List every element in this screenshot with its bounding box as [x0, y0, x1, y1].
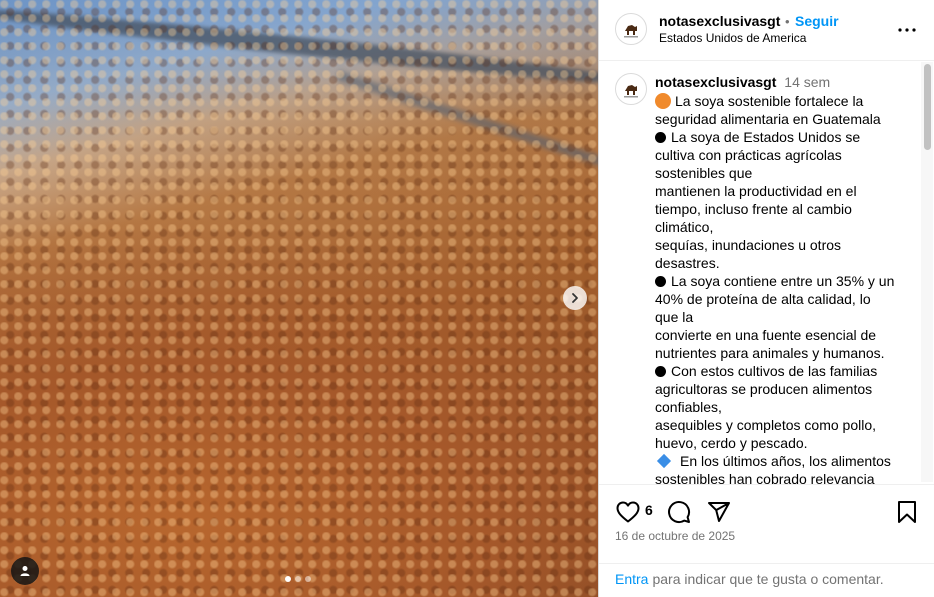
carousel-indicator [285, 576, 311, 582]
caption-line: En los últimos años, los alimentos [655, 452, 915, 470]
caption-line: sostenibles que [655, 165, 753, 181]
caption-line: La soya sostenible fortalece la [655, 92, 915, 110]
post-details-panel: notasexclusivasgt • Seguir Estados Unido… [598, 0, 934, 597]
caption-line: Con estos cultivos de las familias [655, 362, 915, 380]
blue-diamond-icon [656, 453, 672, 469]
login-prompt-text: para indicar que te gusta o comentar. [652, 571, 884, 587]
post-date[interactable]: 16 de octubre de 2025 [615, 529, 735, 543]
bookmark-icon [898, 501, 916, 523]
caption-line: sostenibles han cobrado relevancia [655, 471, 875, 484]
post-header: notasexclusivasgt • Seguir Estados Unido… [599, 0, 934, 61]
post-username[interactable]: notasexclusivasgt [659, 13, 780, 29]
caption-line: que la [655, 309, 694, 325]
caption-line: mantienen la productividad en el [655, 183, 857, 199]
carousel-dot [305, 576, 311, 582]
caption-header: notasexclusivasgt 14 sem [655, 74, 830, 90]
comment-icon [668, 501, 691, 524]
post-actions: 6 16 de octubre de 2025 Entra para indica… [599, 484, 934, 597]
caption-line: asequibles y completos como pollo, [655, 417, 877, 433]
more-options-button[interactable] [897, 20, 917, 40]
caption-line: La soya contiene entre un 35% y un [655, 272, 915, 290]
save-button[interactable] [894, 499, 920, 525]
caption-line: agricultoras se producen alimentos [655, 381, 873, 397]
caption-line: climático, [655, 219, 714, 235]
post-location[interactable]: Estados Unidos de America [659, 31, 806, 45]
caption-line: huevo, cerdo y pescado. [655, 435, 808, 451]
caption-line: nutrientes para animales y humanos. [655, 345, 885, 361]
more-icon [898, 28, 916, 32]
carousel-dot [285, 576, 291, 582]
bullet-icon [655, 276, 666, 287]
carousel-dot [295, 576, 301, 582]
user-icon [20, 566, 30, 576]
follow-button[interactable]: Seguir [795, 13, 839, 29]
caption-username[interactable]: notasexclusivasgt [655, 74, 776, 90]
bullet-icon [655, 132, 666, 143]
caption-line: La soya de Estados Unidos se [655, 128, 915, 146]
tagged-users-button[interactable] [11, 557, 39, 585]
caption-time[interactable]: 14 sem [784, 74, 830, 90]
login-link[interactable]: Entra [615, 571, 648, 587]
caption-line: desastres. [655, 255, 720, 271]
comments-section: notasexclusivasgt 14 sem La soya sosteni… [599, 61, 934, 484]
scrollbar-thumb[interactable] [924, 64, 931, 150]
caption-text: La soya sostenible fortalece la segurida… [655, 92, 915, 484]
caption-line: tiempo, incluso frente al cambio [655, 201, 852, 217]
heart-icon [616, 501, 640, 523]
paper-plane-icon [708, 502, 730, 522]
caption-line: 40% de proteína de alta calidad, lo [655, 291, 871, 307]
soybean-texture [0, 0, 598, 597]
comment-button[interactable] [666, 499, 692, 525]
like-button[interactable] [615, 499, 641, 525]
caption-line: sequías, inundaciones u otros [655, 237, 842, 253]
caption-line: confiables, [655, 399, 722, 415]
share-button[interactable] [706, 499, 732, 525]
next-slide-button[interactable] [563, 286, 587, 310]
bullet-icon [655, 366, 666, 377]
orange-circle-icon [655, 93, 671, 109]
avatar-logo-icon [624, 85, 638, 98]
caption-line: convierte en una fuente esencial de [655, 327, 877, 343]
chevron-right-icon [572, 293, 578, 303]
caption-line: cultiva con prácticas agrícolas [655, 147, 842, 163]
post-media[interactable] [0, 0, 598, 597]
avatar[interactable] [615, 13, 647, 45]
caption-line: seguridad alimentaria en Guatemala [655, 111, 881, 127]
like-count[interactable]: 6 [645, 502, 653, 518]
avatar-logo-icon [624, 25, 638, 38]
avatar[interactable] [615, 73, 647, 105]
login-prompt: Entra para indicar que te gusta o comenta… [615, 571, 884, 587]
separator-dot: • [785, 14, 790, 29]
